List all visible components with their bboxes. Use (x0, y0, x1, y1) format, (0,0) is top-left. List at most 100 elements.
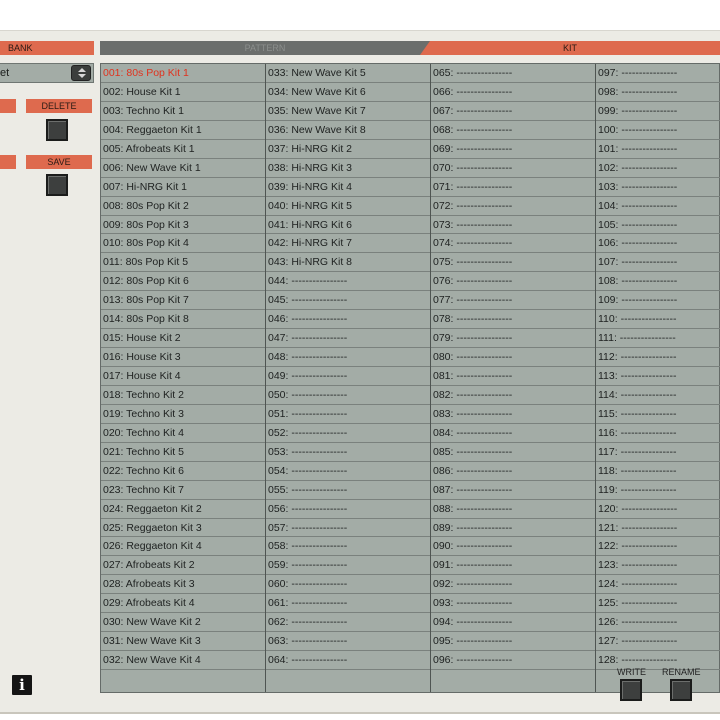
kit-list-item[interactable]: 034: New Wave Kit 6 (266, 83, 430, 102)
kit-list-item[interactable]: 024: Reggaeton Kit 2 (101, 500, 265, 519)
kit-list-item[interactable]: 047: ---------------- (266, 329, 430, 349)
kit-list-item[interactable]: 052: ---------------- (266, 424, 430, 443)
kit-list-item[interactable]: 104: ---------------- (596, 197, 720, 216)
kit-list-item[interactable]: 091: ---------------- (431, 556, 595, 576)
kit-list-item[interactable]: 031: New Wave Kit 3 (101, 632, 265, 652)
kit-list-item[interactable]: 083: ---------------- (431, 405, 595, 424)
kit-list-item[interactable]: 027: Afrobeats Kit 2 (101, 556, 265, 576)
bank-selector[interactable]: et (0, 63, 94, 83)
kit-list-item[interactable]: 128: ---------------- (596, 651, 720, 670)
kit-list-item[interactable]: 046: ---------------- (266, 310, 430, 330)
kit-list-item[interactable]: 037: Hi-NRG Kit 2 (266, 140, 430, 159)
kit-list-item[interactable]: 109: ---------------- (596, 291, 720, 311)
kit-list-item[interactable]: 058: ---------------- (266, 537, 430, 557)
kit-list-item[interactable]: 062: ---------------- (266, 613, 430, 633)
kit-list-item[interactable]: 076: ---------------- (431, 272, 595, 292)
kit-list-item[interactable]: 084: ---------------- (431, 424, 595, 443)
kit-list-item[interactable]: 125: ---------------- (596, 594, 720, 614)
kit-list-item[interactable]: 033: New Wave Kit 5 (266, 64, 430, 83)
kit-list-item[interactable]: 075: ---------------- (431, 253, 595, 273)
pattern-tab[interactable]: PATTERN (100, 41, 430, 55)
kit-list-item[interactable]: 011: 80s Pop Kit 5 (101, 253, 265, 273)
kit-list-item[interactable]: 086: ---------------- (431, 462, 595, 481)
kit-list-item[interactable]: 029: Afrobeats Kit 4 (101, 594, 265, 614)
kit-list-item[interactable]: 023: Techno Kit 7 (101, 481, 265, 500)
kit-list-item[interactable]: 030: New Wave Kit 2 (101, 613, 265, 633)
kit-list-item[interactable]: 060: ---------------- (266, 575, 430, 595)
kit-list-item[interactable]: 066: ---------------- (431, 83, 595, 102)
kit-list-item[interactable]: 110: ---------------- (596, 310, 720, 330)
kit-list-item[interactable]: 040: Hi-NRG Kit 5 (266, 197, 430, 216)
kit-list-item[interactable]: 073: ---------------- (431, 216, 595, 235)
kit-list-item[interactable]: 010: 80s Pop Kit 4 (101, 234, 265, 254)
kit-list-item[interactable]: 121: ---------------- (596, 519, 720, 538)
kit-list-item[interactable]: 089: ---------------- (431, 519, 595, 538)
delete-button[interactable] (46, 119, 68, 141)
kit-list-item[interactable]: 116: ---------------- (596, 424, 720, 443)
kit-list-item[interactable]: 120: ---------------- (596, 500, 720, 519)
kit-list-item[interactable]: 032: New Wave Kit 4 (101, 651, 265, 670)
kit-list-item[interactable]: 123: ---------------- (596, 556, 720, 576)
kit-list-item[interactable]: 038: Hi-NRG Kit 3 (266, 159, 430, 178)
kit-list-item[interactable]: 096: ---------------- (431, 651, 595, 670)
kit-list-item[interactable]: 054: ---------------- (266, 462, 430, 481)
kit-list-item[interactable]: 015: House Kit 2 (101, 329, 265, 349)
kit-list-item[interactable]: 112: ---------------- (596, 348, 720, 367)
kit-list-item[interactable]: 119: ---------------- (596, 481, 720, 500)
kit-list-item[interactable]: 099: ---------------- (596, 102, 720, 121)
kit-list-item[interactable]: 048: ---------------- (266, 348, 430, 367)
kit-list-item[interactable]: 001: 80s Pop Kit 1 (101, 64, 265, 83)
kit-list-item[interactable]: 078: ---------------- (431, 310, 595, 330)
kit-list-item[interactable]: 127: ---------------- (596, 632, 720, 652)
kit-list-item[interactable]: 105: ---------------- (596, 216, 720, 235)
kit-list-item[interactable]: 067: ---------------- (431, 102, 595, 121)
kit-list-item[interactable]: 122: ---------------- (596, 537, 720, 557)
kit-list-item[interactable]: 051: ---------------- (266, 405, 430, 424)
kit-list-item[interactable]: 093: ---------------- (431, 594, 595, 614)
kit-list-item[interactable]: 090: ---------------- (431, 537, 595, 557)
kit-list-item[interactable]: 059: ---------------- (266, 556, 430, 576)
kit-list-item[interactable]: 111: ---------------- (596, 329, 720, 349)
kit-list-item[interactable]: 036: New Wave Kit 8 (266, 121, 430, 140)
kit-list-item[interactable]: 107: ---------------- (596, 253, 720, 273)
kit-list-item[interactable]: 025: Reggaeton Kit 3 (101, 519, 265, 538)
kit-list-item[interactable]: 061: ---------------- (266, 594, 430, 614)
info-icon[interactable]: i (12, 675, 32, 695)
kit-list-item[interactable]: 003: Techno Kit 1 (101, 102, 265, 121)
kit-list-item[interactable]: 016: House Kit 3 (101, 348, 265, 367)
kit-list-item[interactable]: 118: ---------------- (596, 462, 720, 481)
kit-list-item[interactable]: 039: Hi-NRG Kit 4 (266, 178, 430, 197)
kit-list-item[interactable]: 126: ---------------- (596, 613, 720, 633)
kit-list-item[interactable]: 106: ---------------- (596, 234, 720, 254)
kit-list-item[interactable]: 006: New Wave Kit 1 (101, 159, 265, 178)
kit-list-item[interactable]: 080: ---------------- (431, 348, 595, 367)
kit-list-item[interactable]: 079: ---------------- (431, 329, 595, 349)
kit-list-item[interactable]: 009: 80s Pop Kit 3 (101, 216, 265, 235)
write-button[interactable] (620, 679, 642, 701)
kit-list-item[interactable]: 007: Hi-NRG Kit 1 (101, 178, 265, 197)
kit-list-item[interactable]: 004: Reggaeton Kit 1 (101, 121, 265, 140)
kit-list-item[interactable]: 114: ---------------- (596, 386, 720, 405)
kit-list-item[interactable]: 103: ---------------- (596, 178, 720, 197)
kit-list-item[interactable]: 072: ---------------- (431, 197, 595, 216)
bank-spinner-button[interactable] (71, 65, 91, 81)
kit-list-item[interactable]: 050: ---------------- (266, 386, 430, 405)
kit-list-item[interactable]: 108: ---------------- (596, 272, 720, 292)
kit-list-item[interactable]: 008: 80s Pop Kit 2 (101, 197, 265, 216)
kit-list-item[interactable]: 117: ---------------- (596, 443, 720, 462)
kit-list-item[interactable]: 057: ---------------- (266, 519, 430, 538)
kit-list-item[interactable]: 081: ---------------- (431, 367, 595, 386)
kit-list-item[interactable]: 044: ---------------- (266, 272, 430, 292)
kit-list-item[interactable]: 092: ---------------- (431, 575, 595, 595)
kit-list-item[interactable]: 124: ---------------- (596, 575, 720, 595)
kit-list-item[interactable]: 043: Hi-NRG Kit 8 (266, 253, 430, 273)
kit-list-item[interactable]: 085: ---------------- (431, 443, 595, 462)
kit-list-item[interactable]: 041: Hi-NRG Kit 6 (266, 216, 430, 235)
kit-list-item[interactable]: 053: ---------------- (266, 443, 430, 462)
kit-list-item[interactable]: 045: ---------------- (266, 291, 430, 311)
kit-list-item[interactable]: 098: ---------------- (596, 83, 720, 102)
kit-list-item[interactable]: 028: Afrobeats Kit 3 (101, 575, 265, 595)
kit-list-item[interactable]: 055: ---------------- (266, 481, 430, 500)
kit-list-item[interactable]: 102: ---------------- (596, 159, 720, 178)
kit-list-item[interactable]: 115: ---------------- (596, 405, 720, 424)
